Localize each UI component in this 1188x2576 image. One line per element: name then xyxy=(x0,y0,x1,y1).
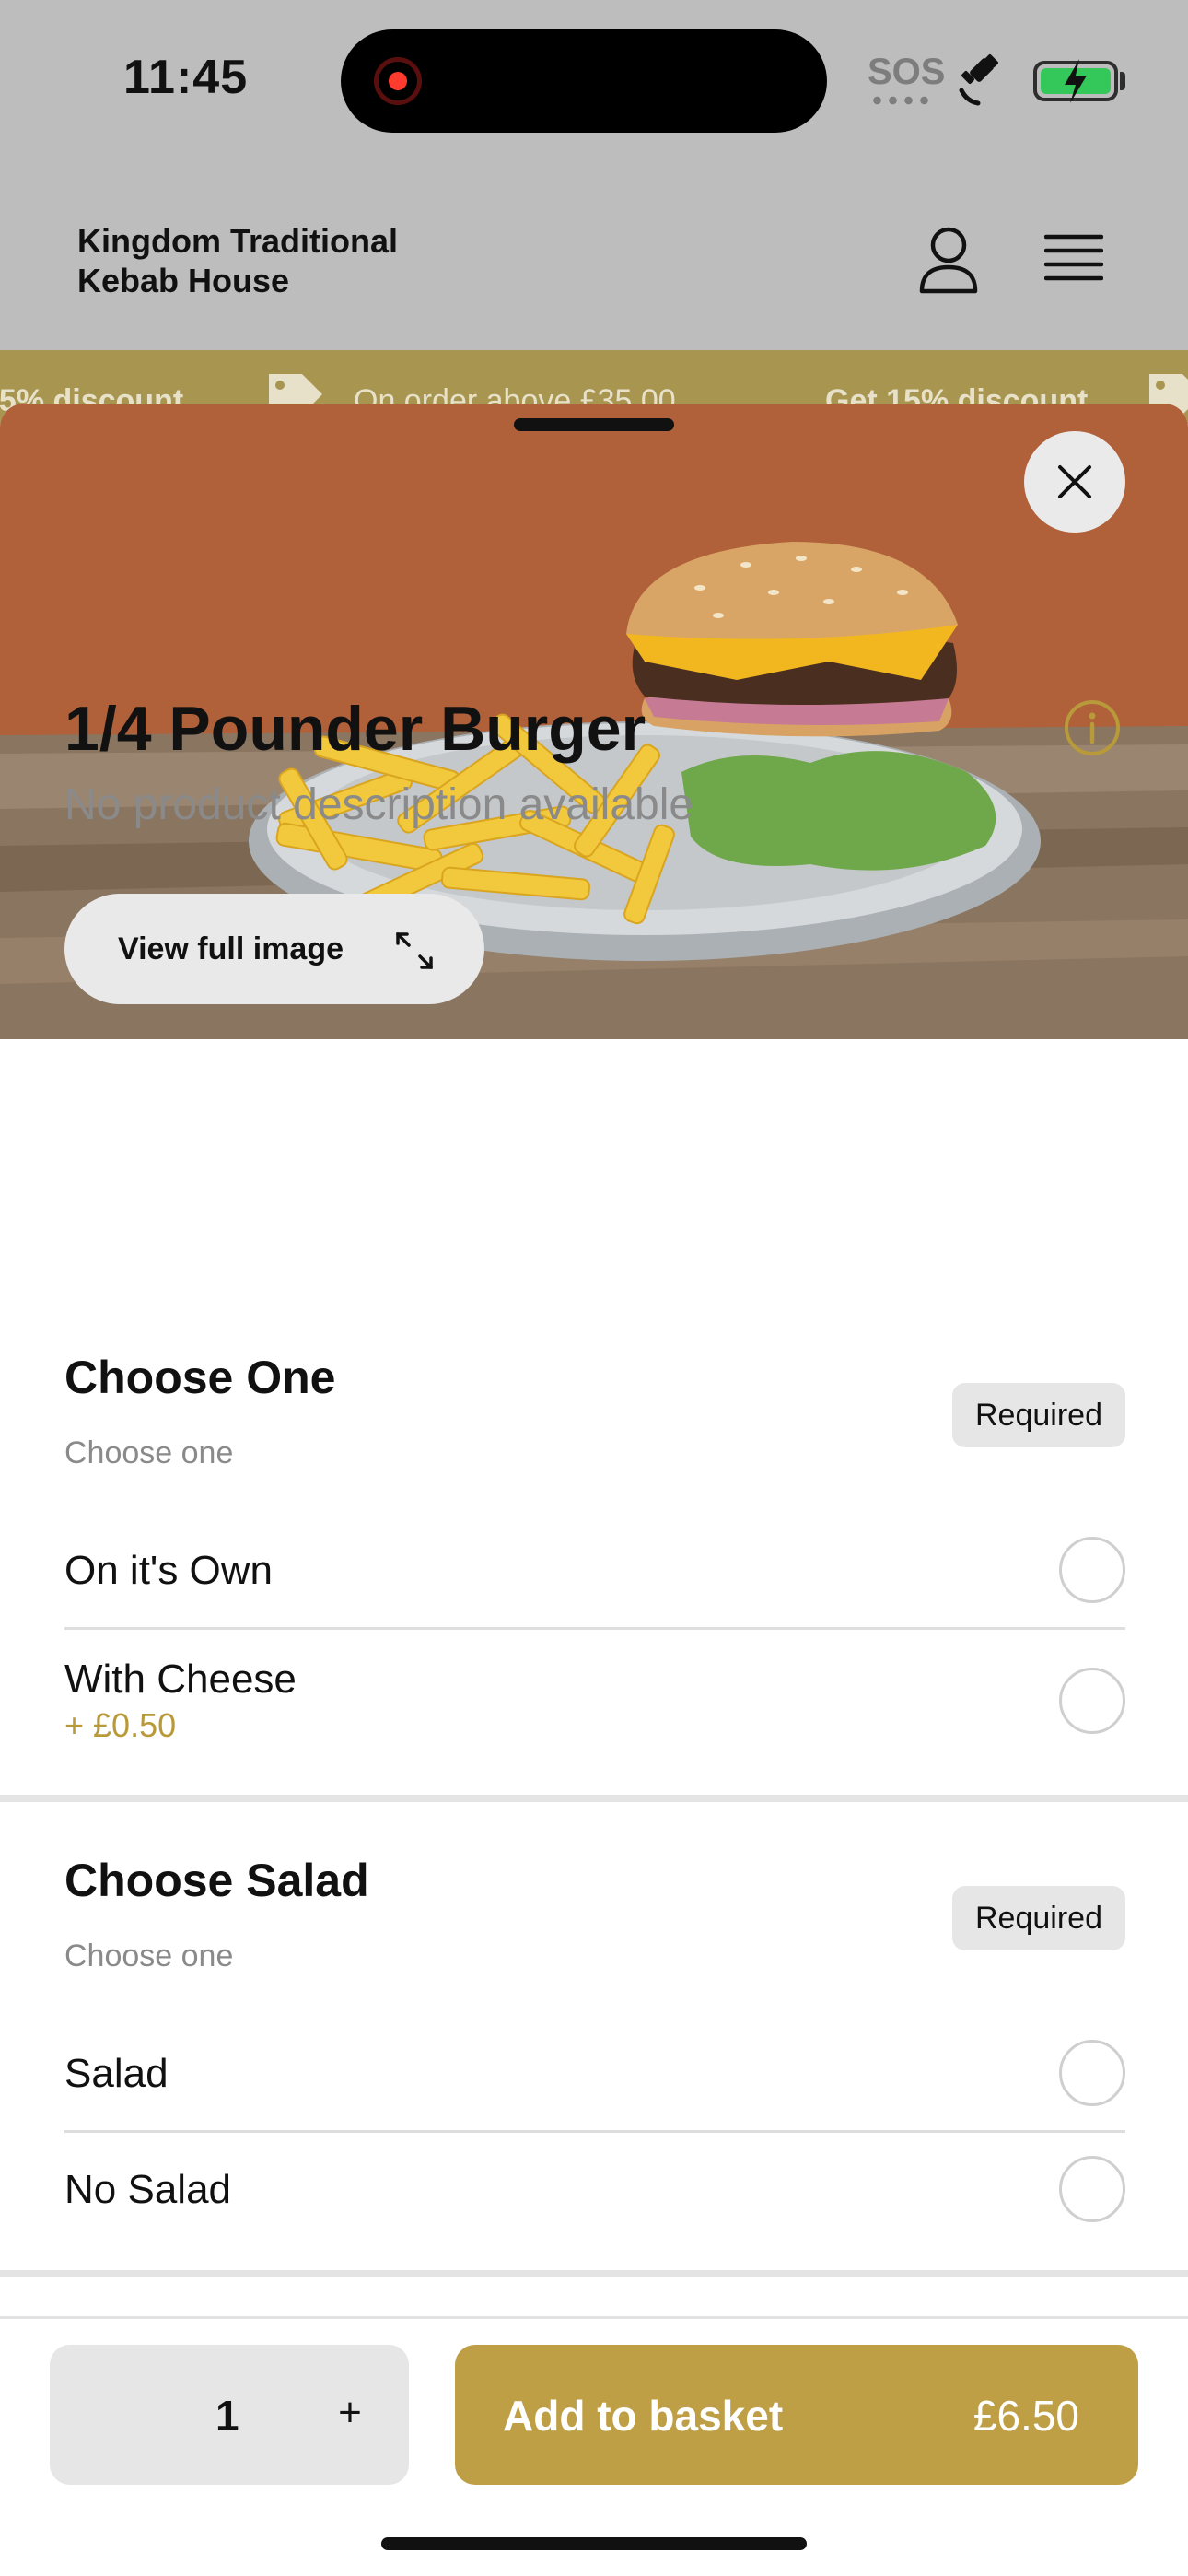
background-page: 11:45 SOS Kingdom Traditional Kebab Hous… xyxy=(0,0,1188,405)
view-full-image-button[interactable]: View full image xyxy=(64,894,484,1004)
menu-icon[interactable] xyxy=(1044,234,1103,282)
option-radio[interactable] xyxy=(1059,1668,1125,1734)
option-label[interactable]: No Salad xyxy=(64,2167,231,2213)
add-to-basket-button[interactable]: Add to basket £6.50 xyxy=(455,2345,1138,2485)
charging-bolt-icon xyxy=(1065,59,1087,103)
option-label[interactable]: With Cheese xyxy=(64,1657,297,1703)
divider xyxy=(64,2130,1125,2133)
option-radio[interactable] xyxy=(1059,1537,1125,1603)
required-badge: Required xyxy=(952,1886,1125,1950)
status-time: 11:45 xyxy=(123,51,249,104)
brand-name[interactable]: Kingdom Traditional Kebab House xyxy=(77,221,398,300)
group-title: Choose One xyxy=(64,1352,336,1403)
add-to-basket-label: Add to basket xyxy=(503,2392,784,2440)
option-label[interactable]: On it's Own xyxy=(64,1548,273,1594)
dynamic-island xyxy=(341,29,827,133)
brand-line-2: Kebab House xyxy=(77,262,290,299)
info-icon[interactable] xyxy=(1063,698,1122,757)
product-title: 1/4 Pounder Burger xyxy=(64,694,646,764)
option-radio[interactable] xyxy=(1059,2156,1125,2222)
option-price: + £0.50 xyxy=(64,1706,177,1744)
quantity-stepper: 1 + xyxy=(50,2345,409,2485)
signal-dots-icon xyxy=(869,96,930,105)
battery-cap xyxy=(1120,72,1125,90)
basket-total-price: £6.50 xyxy=(973,2392,1079,2440)
view-full-image-label: View full image xyxy=(118,931,344,966)
sheet-grabber[interactable] xyxy=(514,418,674,431)
required-badge: Required xyxy=(952,1383,1125,1447)
record-icon xyxy=(374,57,422,105)
expand-icon xyxy=(396,932,433,969)
product-description: No product description available xyxy=(64,780,694,829)
option-radio[interactable] xyxy=(1059,2040,1125,2106)
divider xyxy=(64,1627,1125,1630)
user-icon[interactable] xyxy=(917,225,980,295)
increase-quantity-button[interactable]: + xyxy=(320,2383,379,2442)
satellite-icon xyxy=(959,54,998,106)
option-label[interactable]: Salad xyxy=(64,2051,169,2097)
close-button[interactable] xyxy=(1024,431,1125,533)
group-subtitle: Choose one xyxy=(64,1435,234,1470)
section-divider xyxy=(0,2270,1188,2277)
group-subtitle: Choose one xyxy=(64,1938,234,1973)
close-icon xyxy=(1058,465,1091,498)
section-divider xyxy=(0,1795,1188,1802)
brand-line-1: Kingdom Traditional xyxy=(77,222,398,260)
home-indicator[interactable] xyxy=(381,2537,807,2550)
quantity-value: 1 xyxy=(215,2392,239,2440)
group-title: Choose Salad xyxy=(64,1855,369,1906)
sos-label: SOS xyxy=(868,52,946,92)
